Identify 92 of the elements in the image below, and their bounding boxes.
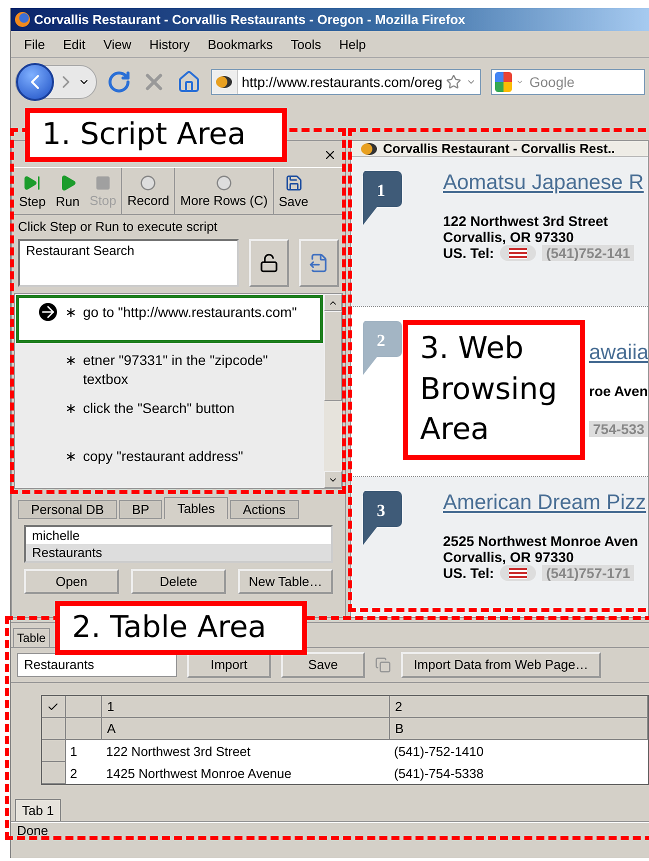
record-icon: [216, 174, 232, 190]
tab[interactable]: Table: [13, 628, 50, 647]
script-step[interactable]: ∗ copy "restaurant address": [16, 439, 323, 487]
column-header: A: [102, 718, 390, 740]
callout-label: 1. Script Area: [25, 108, 287, 162]
site-icon: [361, 142, 377, 154]
toolbar-button[interactable]: Run: [50, 168, 85, 214]
tel-label: US. Tel:: [443, 565, 494, 581]
table-cell-text: 122 Northwest 3rd Street: [105, 742, 252, 760]
check-icon: [47, 700, 59, 712]
script-step[interactable]: ∗ go to "http://www.restaurants.com": [16, 295, 323, 343]
toolbar-button[interactable]: Save: [274, 168, 314, 214]
table-cell-text: (541)-752-1410: [393, 742, 485, 761]
row-selector[interactable]: [42, 762, 66, 784]
home-button[interactable]: [177, 70, 201, 94]
address-text: roe Aven: [589, 383, 648, 399]
unlock-button[interactable]: [249, 239, 289, 287]
callout-label: 3. Web Browsing Area: [403, 320, 585, 460]
phone-number: (541)757-171: [542, 565, 634, 581]
site-icon: [212, 70, 238, 94]
address-text: 122 Northwest 3rd Street: [443, 213, 609, 229]
flag-dropdown[interactable]: [500, 565, 536, 581]
button[interactable]: Open: [24, 569, 119, 594]
window-title: Corvallis Restaurant - Corvallis Restaurants - Oregon - Mozilla Firefox: [34, 12, 466, 27]
column-header: 1: [102, 696, 390, 718]
table-name-field[interactable]: Restaurants: [17, 652, 177, 677]
callout-label: 2. Table Area: [55, 601, 307, 655]
reload-button[interactable]: [107, 70, 131, 94]
script-step[interactable]: ∗ etner "97331" in the "zipcode" textbox: [16, 343, 323, 391]
address-bar[interactable]: http://www.restaurants.com/oreg: [211, 69, 481, 95]
close-icon[interactable]: [323, 148, 337, 162]
restaurant-link[interactable]: American Dream Pizz: [443, 491, 646, 515]
stop-icon: [94, 174, 111, 190]
unlocked-padlock-icon: [259, 253, 279, 273]
export-button[interactable]: [299, 239, 339, 287]
record-icon: [140, 174, 156, 190]
save-icon: [284, 174, 302, 192]
back-button[interactable]: [16, 63, 54, 101]
status-bar: Done: [11, 822, 649, 838]
menu-item[interactable]: View: [94, 36, 140, 52]
search-bar[interactable]: Google: [491, 69, 645, 95]
menu-item[interactable]: Edit: [54, 36, 94, 52]
script-step[interactable]: ∗ click the "Search" button: [16, 391, 323, 439]
tab[interactable]: Actions: [230, 500, 299, 519]
menu-item[interactable]: Help: [330, 36, 375, 52]
row-number: 1: [69, 742, 78, 760]
sheet-tab[interactable]: Tab 1: [15, 799, 61, 821]
city-text: Corvallis, OR 97330: [443, 549, 575, 565]
browser-tab[interactable]: Corvallis Restaurant - Corvallis Rest..: [351, 141, 648, 157]
restaurant-link[interactable]: Aomatsu Japanese R: [443, 171, 644, 195]
list-item[interactable]: michelle: [26, 527, 331, 544]
scrollbar-thumb[interactable]: [324, 311, 342, 401]
menu-item[interactable]: Bookmarks: [198, 36, 282, 52]
table-cell-text: 1425 Northwest Monroe Avenue: [105, 764, 292, 782]
button[interactable]: Delete: [131, 569, 226, 594]
row-number: 2: [69, 764, 78, 782]
back-forward-group[interactable]: [15, 65, 97, 99]
menu-item[interactable]: Tools: [282, 36, 330, 52]
tab[interactable]: Personal DB: [18, 500, 117, 519]
bullet: ∗: [65, 303, 77, 322]
file-arrow-icon: [309, 253, 329, 273]
list-item[interactable]: Restaurants: [26, 544, 331, 561]
column-header: B: [390, 718, 648, 740]
phone-number: (541)752-141: [542, 245, 634, 261]
search-engine-icon: [495, 72, 512, 92]
city-text: Corvallis, OR 97330: [443, 229, 575, 245]
tel-label: US. Tel:: [443, 245, 494, 261]
row-selector[interactable]: [42, 740, 66, 762]
step-icon: [23, 174, 42, 192]
bullet: ∗: [65, 447, 77, 466]
tab[interactable]: Tables: [164, 497, 228, 519]
firefox-icon: [15, 12, 30, 27]
hint-text: Click Step or Run to execute script: [18, 218, 218, 234]
button[interactable]: Import Data from Web Page…: [401, 652, 601, 678]
toolbar-button[interactable]: Record: [122, 168, 176, 214]
address-text: 2525 Northwest Monroe Aven: [443, 533, 640, 549]
tab[interactable]: BP: [118, 500, 162, 519]
flag-dropdown[interactable]: [500, 245, 536, 261]
button[interactable]: New Table…: [238, 569, 333, 594]
toolbar-button[interactable]: More Rows (C): [175, 168, 274, 214]
menu-item[interactable]: History: [140, 36, 199, 52]
button[interactable]: Save: [281, 652, 365, 678]
column-header: 2: [390, 696, 648, 718]
toolbar-button[interactable]: Step: [14, 168, 51, 214]
bullet: ∗: [65, 399, 77, 418]
menu-item[interactable]: File: [15, 36, 54, 52]
table-cell-text: (541)-754-5338: [393, 764, 485, 783]
phone-number: 754-533: [589, 421, 648, 437]
script-name-field[interactable]: Restaurant Search: [18, 239, 239, 287]
header-cell: [66, 718, 102, 740]
bookmark-star-icon: [446, 73, 462, 91]
bullet: ∗: [65, 351, 77, 370]
